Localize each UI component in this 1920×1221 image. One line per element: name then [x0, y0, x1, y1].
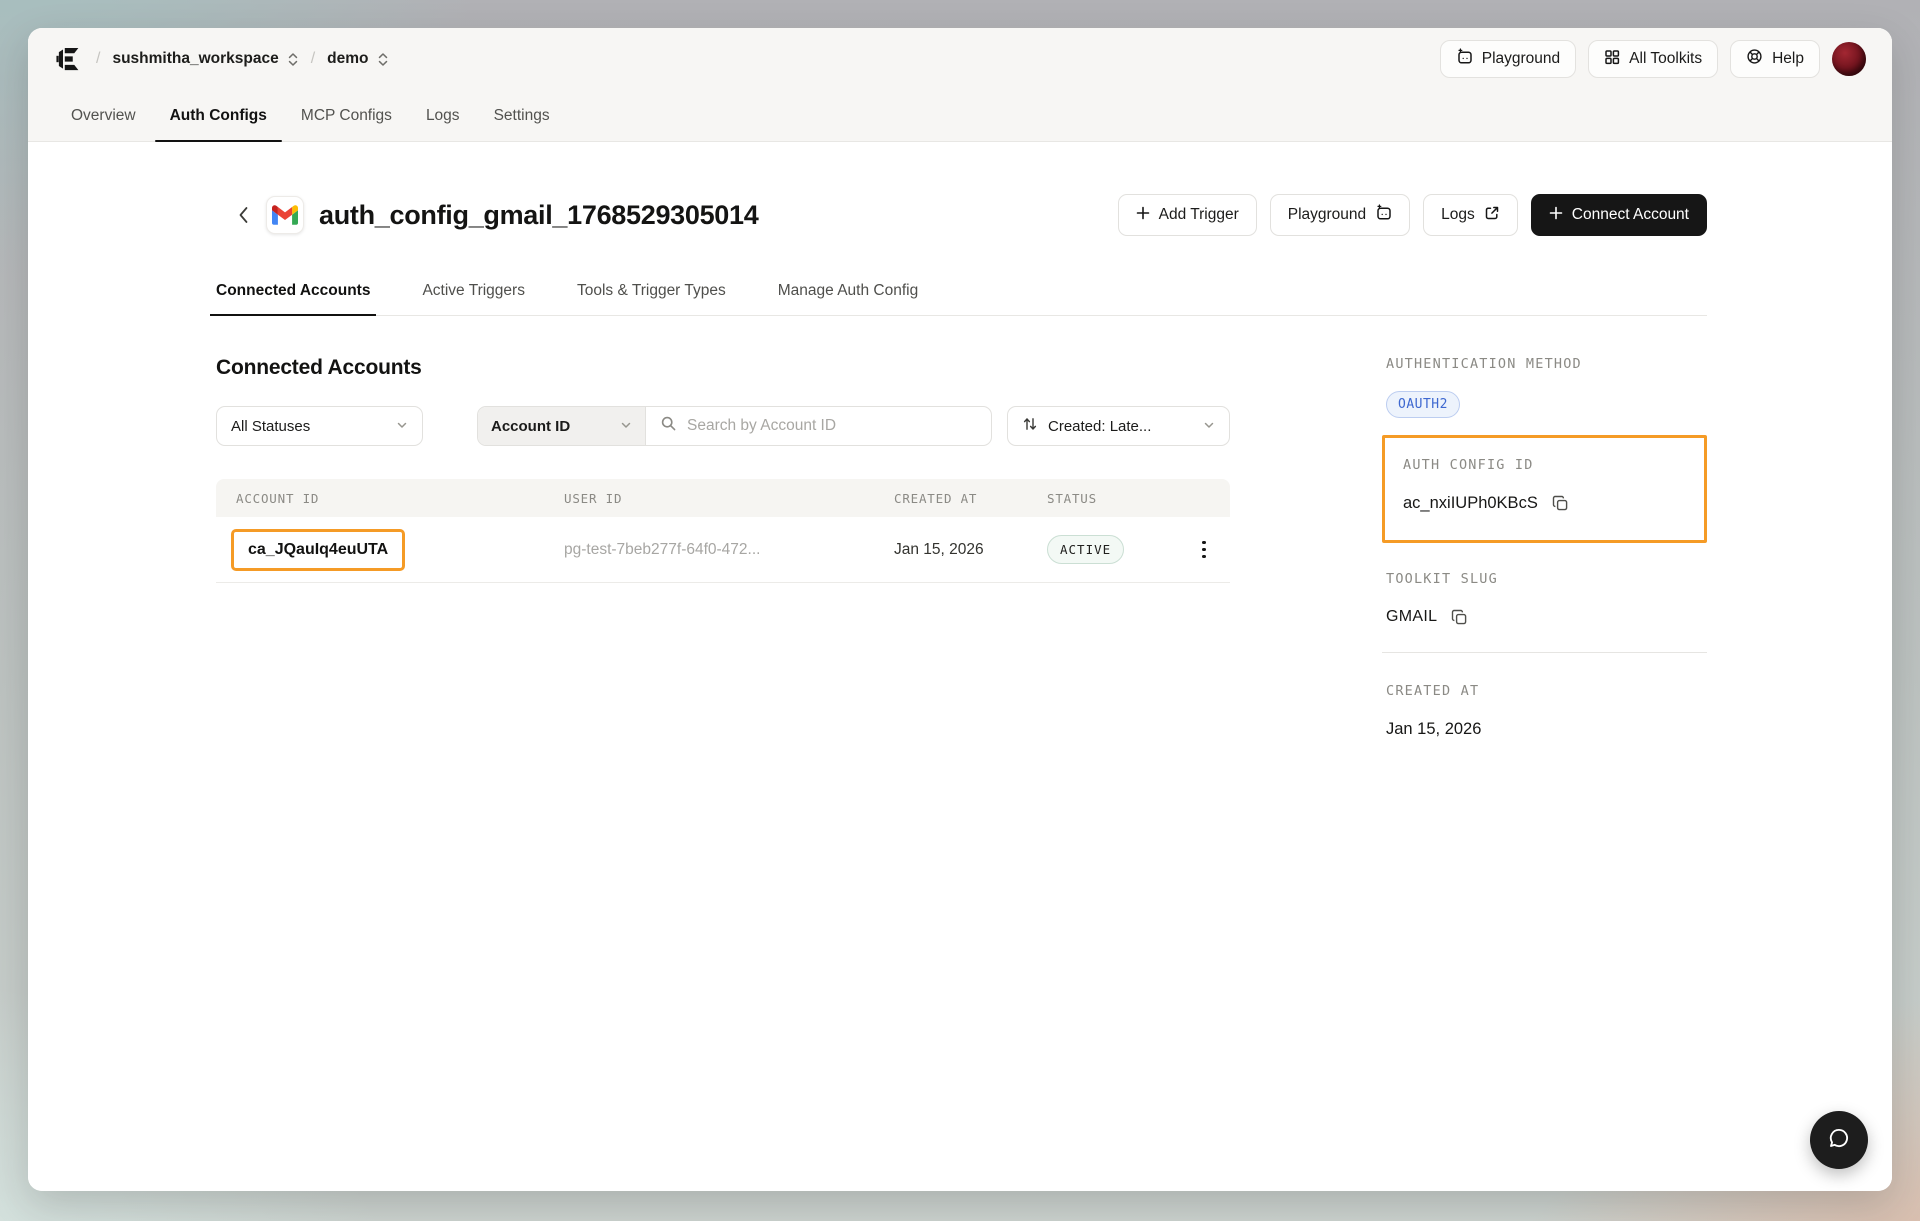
tab-settings[interactable]: Settings [477, 90, 567, 141]
connected-accounts-panel: Connected Accounts All Statuses Account … [216, 356, 1230, 739]
playground-nav-button[interactable]: Playground [1440, 40, 1576, 78]
auth-config-id-highlight-box: AUTH CONFIG ID ac_nxiIUPh0KBcS [1382, 435, 1707, 543]
chevron-down-icon [620, 418, 632, 435]
copy-icon[interactable] [1552, 495, 1569, 512]
subtab-tools-trigger-types[interactable]: Tools & Trigger Types [577, 282, 726, 315]
created-at-value: Jan 15, 2026 [1386, 720, 1481, 739]
page-actions: Add Trigger Playground Logs [1118, 194, 1707, 236]
account-search-group: Account ID [477, 406, 992, 446]
help-button[interactable]: Help [1730, 40, 1820, 78]
playground-icon [1375, 204, 1392, 226]
search-icon [660, 415, 677, 437]
playground-button[interactable]: Playground [1270, 194, 1410, 236]
plus-icon [1136, 206, 1150, 225]
connect-account-label: Connect Account [1572, 206, 1689, 224]
playground-nav-label: Playground [1482, 50, 1560, 68]
tab-logs[interactable]: Logs [409, 90, 477, 141]
chevron-down-icon [1203, 418, 1215, 435]
breadcrumb-project[interactable]: demo [327, 50, 368, 68]
tab-auth-configs[interactable]: Auth Configs [153, 90, 284, 141]
col-header-account-id: ACCOUNT ID [216, 491, 564, 506]
add-trigger-button[interactable]: Add Trigger [1118, 194, 1257, 236]
top-bar-actions: Playground All Toolkits [1440, 40, 1866, 78]
subtab-manage-auth-config[interactable]: Manage Auth Config [778, 282, 918, 315]
col-header-created-at: CREATED AT [894, 491, 1047, 506]
status-filter-value: All Statuses [231, 418, 310, 435]
all-toolkits-label: All Toolkits [1629, 50, 1702, 68]
created-at-cell: Jan 15, 2026 [894, 541, 1047, 559]
user-avatar[interactable] [1832, 42, 1866, 76]
auth-method-label: AUTHENTICATION METHOD [1382, 356, 1707, 372]
plus-icon [1549, 206, 1563, 225]
app-window: / sushmitha_workspace / demo [28, 28, 1892, 1191]
logs-label: Logs [1441, 206, 1475, 224]
auth-config-id-value: ac_nxiIUPh0KBcS [1403, 494, 1538, 513]
filter-row: All Statuses Account ID [216, 406, 1230, 446]
auth-config-details-panel: AUTHENTICATION METHOD OAUTH2 AUTH CONFIG… [1382, 356, 1707, 739]
account-id-highlight-box: ca_JQauIq4euUTA [231, 529, 405, 571]
chat-support-button[interactable] [1810, 1111, 1868, 1169]
help-label: Help [1772, 50, 1804, 68]
sort-select[interactable]: Created: Late... [1007, 406, 1230, 446]
workspace-switcher-icon[interactable] [287, 52, 299, 67]
composio-logo-icon[interactable] [54, 44, 84, 74]
status-badge: ACTIVE [1047, 535, 1124, 564]
section-heading: Connected Accounts [216, 356, 1230, 380]
status-cell: ACTIVE [1047, 535, 1167, 564]
connected-accounts-table: ACCOUNT ID USER ID CREATED AT STATUS ca_… [216, 479, 1230, 583]
breadcrumb-separator: / [311, 50, 315, 68]
search-field-select[interactable]: Account ID [478, 407, 646, 445]
grid-icon [1604, 49, 1620, 70]
table-row[interactable]: ca_JQauIq4euUTA pg-test-7beb277f-64f0-47… [216, 517, 1230, 583]
created-at-label: CREATED AT [1382, 683, 1707, 699]
tab-overview[interactable]: Overview [54, 90, 153, 141]
connect-account-button[interactable]: Connect Account [1531, 194, 1707, 236]
page-title: auth_config_gmail_1768529305014 [319, 200, 758, 231]
divider [1382, 652, 1707, 653]
tab-mcp-configs[interactable]: MCP Configs [284, 90, 409, 141]
sort-arrows-icon [1022, 416, 1038, 436]
auth-config-id-label: AUTH CONFIG ID [1399, 457, 1690, 473]
page-content: auth_config_gmail_1768529305014 Add Trig… [28, 142, 1892, 1191]
toolkit-slug-value: GMAIL [1386, 608, 1437, 626]
row-menu-kebab-icon[interactable] [1202, 541, 1230, 559]
auth-method-badge: OAUTH2 [1386, 391, 1460, 418]
detail-tab-bar: Connected Accounts Active Triggers Tools… [216, 282, 1707, 316]
logs-button[interactable]: Logs [1423, 194, 1518, 236]
toolkit-slug-label: TOOLKIT SLUG [1382, 571, 1707, 587]
user-id-cell: pg-test-7beb277f-64f0-472... [564, 541, 894, 559]
col-header-user-id: USER ID [564, 491, 894, 506]
sort-value: Created: Late... [1048, 418, 1193, 435]
chat-bubble-icon [1826, 1125, 1852, 1156]
back-button[interactable] [234, 202, 253, 228]
table-header-row: ACCOUNT ID USER ID CREATED AT STATUS [216, 479, 1230, 517]
account-id-cell: ca_JQauIq4euUTA [216, 529, 564, 571]
copy-icon[interactable] [1451, 609, 1468, 626]
col-header-status: STATUS [1047, 491, 1167, 506]
external-link-icon [1484, 205, 1500, 226]
subtab-active-triggers[interactable]: Active Triggers [422, 282, 525, 315]
page-header: auth_config_gmail_1768529305014 Add Trig… [216, 194, 1707, 236]
playground-icon [1456, 48, 1473, 70]
status-filter-select[interactable]: All Statuses [216, 406, 423, 446]
all-toolkits-button[interactable]: All Toolkits [1588, 40, 1718, 78]
breadcrumb-separator: / [96, 50, 100, 68]
breadcrumb-workspace[interactable]: sushmitha_workspace [112, 50, 278, 68]
subtab-connected-accounts[interactable]: Connected Accounts [216, 282, 370, 315]
project-tab-bar: Overview Auth Configs MCP Configs Logs S… [28, 90, 1892, 142]
search-input[interactable] [687, 417, 977, 435]
top-bar: / sushmitha_workspace / demo [28, 28, 1892, 90]
help-lifebuoy-icon [1746, 48, 1763, 70]
chevron-down-icon [396, 418, 408, 435]
search-box [646, 407, 991, 445]
playground-label: Playground [1288, 206, 1366, 224]
project-switcher-icon[interactable] [377, 52, 389, 67]
add-trigger-label: Add Trigger [1159, 206, 1239, 224]
search-field-value: Account ID [491, 418, 570, 435]
gmail-toolkit-icon [266, 196, 304, 234]
